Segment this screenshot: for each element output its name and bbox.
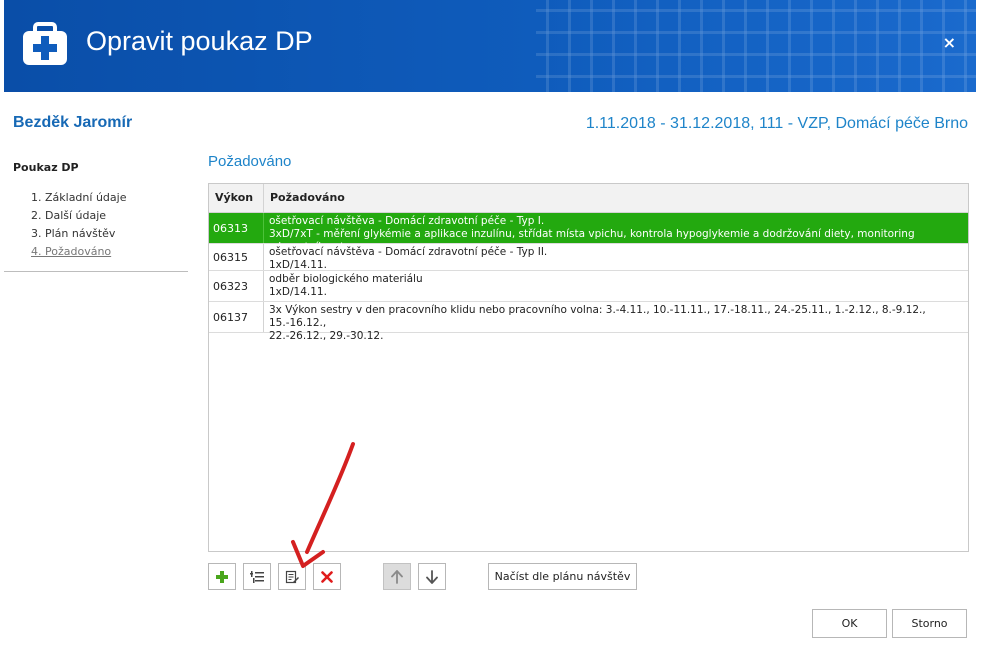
close-icon[interactable]: × — [943, 33, 956, 52]
dialog-header: Opravit poukaz DP × — [4, 0, 976, 92]
nav-item-other-info[interactable]: 2. Další údaje — [31, 208, 126, 226]
nav-item-visit-plan[interactable]: 3. Plán návštěv — [31, 226, 126, 244]
nav-item-basic-info[interactable]: 1. Základní údaje — [31, 190, 126, 208]
nav-divider — [4, 271, 188, 272]
move-down-icon — [426, 569, 438, 584]
ok-button[interactable]: OK — [812, 609, 887, 638]
column-header-requested[interactable]: Požadováno — [264, 184, 968, 212]
cell-code: 06313 — [209, 213, 264, 243]
cell-requested: 3x Výkon sestry v den pracovního klidu n… — [264, 302, 968, 342]
edit-icon — [285, 570, 299, 583]
cell-code: 06137 — [209, 302, 264, 332]
cell-line: ošetřovací návštěva - Domácí zdravotní p… — [269, 246, 548, 258]
period-info: 1.11.2018 - 31.12.2018, 111 - VZP, Domác… — [585, 115, 968, 132]
add-button[interactable] — [208, 563, 236, 590]
add-sub-icon — [250, 570, 264, 583]
header-pattern — [536, 0, 976, 92]
section-title: Požadováno — [208, 153, 292, 170]
cell-requested: odběr biologického materiálu 1xD/14.11. — [264, 271, 968, 301]
table-row[interactable]: 06315 ošetřovací návštěva - Domácí zdrav… — [209, 244, 968, 271]
cell-requested: ošetřovací návštěva - Domácí zdravotní p… — [264, 213, 968, 253]
move-up-button[interactable] — [383, 563, 411, 590]
medical-kit-icon — [23, 22, 67, 65]
delete-icon — [321, 570, 333, 583]
cell-line: 22.-26.12., 29.-30.12. — [269, 330, 384, 342]
step-nav: 1. Základní údaje 2. Další údaje 3. Plán… — [31, 190, 126, 262]
table-row[interactable]: 06323 odběr biologického materiálu 1xD/1… — [209, 271, 968, 302]
nav-heading: Poukaz DP — [13, 161, 79, 174]
move-up-icon — [391, 569, 403, 584]
cell-requested: ošetřovací návštěva - Domácí zdravotní p… — [264, 244, 968, 271]
cell-line: odběr biologického materiálu — [269, 273, 423, 285]
cell-line: 3x Výkon sestry v den pracovního klidu n… — [269, 304, 926, 329]
cell-line: ošetřovací návštěva - Domácí zdravotní p… — [269, 215, 545, 227]
cancel-button[interactable]: Storno — [892, 609, 967, 638]
grid-header: Výkon Požadováno — [209, 184, 968, 213]
annotation-arrow-icon — [291, 442, 355, 568]
nav-item-requested[interactable]: 4. Požadováno — [31, 244, 126, 262]
table-row[interactable]: 06137 3x Výkon sestry v den pracovního k… — [209, 302, 968, 342]
cell-line: 1xD/14.11. — [269, 286, 327, 298]
patient-name: Bezděk Jaromír — [13, 114, 133, 131]
column-header-code[interactable]: Výkon — [209, 184, 264, 212]
cell-code: 06315 — [209, 244, 264, 270]
load-from-plan-button[interactable]: Načíst dle plánu návštěv — [488, 563, 637, 590]
dialog-title: Opravit poukaz DP — [86, 26, 313, 56]
table-row[interactable]: 06313 ošetřovací návštěva - Domácí zdrav… — [209, 213, 968, 253]
add-subitem-button[interactable] — [243, 563, 271, 590]
add-icon — [216, 570, 228, 583]
move-down-button[interactable] — [418, 563, 446, 590]
cell-code: 06323 — [209, 271, 264, 301]
